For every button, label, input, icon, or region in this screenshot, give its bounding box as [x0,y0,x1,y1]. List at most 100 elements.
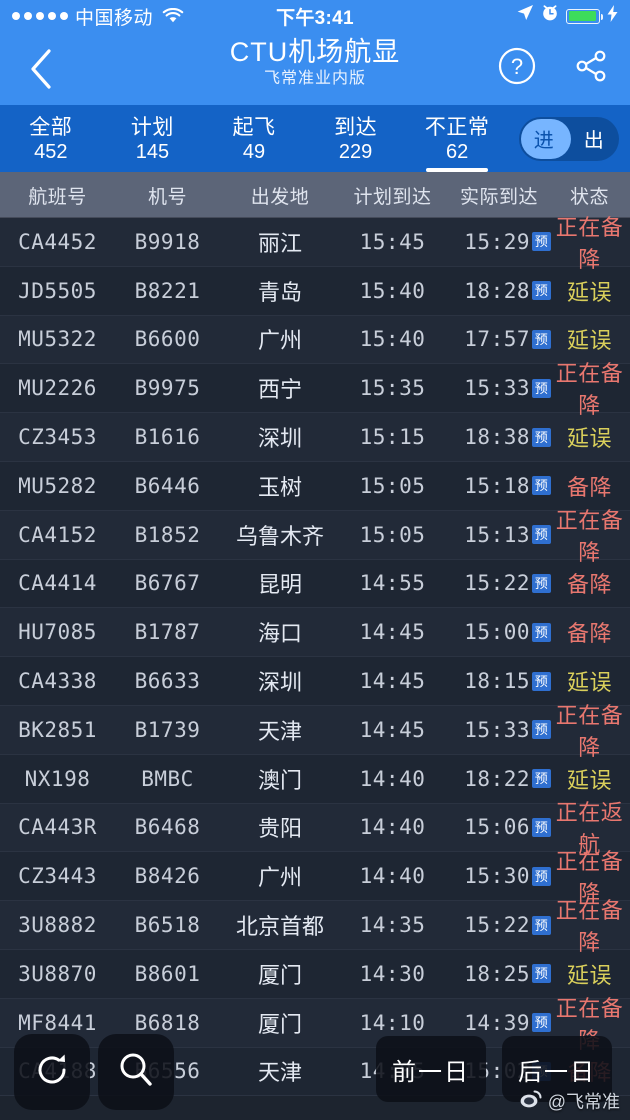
table-row[interactable]: MU5322 B6600 广州 15:40 17:57 预延误 [0,315,630,365]
cell-actual-arrival: 15:06 预 [445,815,553,839]
table-row[interactable]: 3U8870 B8601 厦门 14:30 18:25 预延误 [0,949,630,999]
column-header-ata: 实际到达 [459,186,538,208]
table-row[interactable]: MU5282 B6446 玉树 15:05 15:18 预备降 [0,461,630,511]
cell-actual-arrival: 18:38 预 [445,425,553,449]
refresh-button[interactable] [14,1034,90,1110]
lightning-bolt-icon [607,4,618,28]
status-badge: 正在备降 [555,702,624,760]
cell-flight-number: 3U8870 [18,961,97,986]
cell-scheduled-arrival: 14:55 [359,571,426,596]
cell-actual-arrival: 15:33 预 [445,376,553,400]
table-row[interactable]: CA4452 B9918 丽江 15:45 15:29 预正在备降 [0,215,630,272]
cell-flight-number: MF8441 [18,1010,97,1035]
cell-scheduled-arrival: 15:05 [359,522,426,547]
cell-tail-number: B6518 [134,913,201,938]
cell-origin: 广州 [257,865,302,891]
filter-tab-bar: 全部 452 计划 145 起飞 49 到达 229 不正常 62 进 出 [0,105,630,172]
signal-strength-icon [12,12,68,20]
nav-bar: CTU机场航显 飞常准业内版 ? [0,32,630,105]
watermark-text: @飞常准 [547,1092,620,1112]
table-row[interactable]: CA443R B6468 贵阳 14:40 15:06 预正在返航 [0,800,630,857]
status-badge: 延误 [566,328,612,354]
cell-origin: 深圳 [257,670,302,696]
cell-origin: 天津 [257,718,302,744]
actual-time-text: 15:33 [464,717,530,742]
cell-tail-number: B6600 [134,327,201,352]
cell-origin: 澳门 [257,767,302,793]
table-row[interactable]: CA4338 B6633 深圳 14:45 18:15 预延误 [0,657,630,706]
help-button[interactable]: ? [496,47,538,90]
tab-departed[interactable]: 起飞 49 [203,105,305,172]
cell-actual-arrival: 17:57 预 [445,327,553,351]
cell-flight-number: BK2851 [18,717,97,742]
actual-time-text: 18:28 [464,278,530,303]
cell-tail-number: B1852 [134,522,201,547]
status-bar-right [516,4,618,28]
table-row[interactable]: CA4152 B1852 乌鲁木齐 15:05 15:13 预正在备降 [0,508,630,565]
cell-origin: 丽江 [257,230,302,256]
table-row[interactable]: CZ3443 B8426 广州 14:40 15:30 预正在备降 [0,849,630,906]
tab-count: 62 [446,141,469,163]
cell-tail-number: B1739 [134,717,201,742]
refresh-icon [31,1049,73,1096]
toggle-option-out[interactable]: 出 [569,124,619,153]
back-button[interactable] [18,46,64,92]
actual-time-text: 15:13 [464,522,530,547]
tab-count: 229 [338,141,373,163]
status-badge: 正在备降 [555,361,624,419]
arrival-departure-toggle[interactable]: 进 出 [518,116,619,161]
status-badge: 延误 [566,767,612,793]
actual-time-text: 15:06 [464,815,530,840]
tab-arrived[interactable]: 到达 229 [305,105,407,172]
share-button[interactable] [570,48,612,90]
cell-origin: 昆明 [257,572,302,598]
cell-tail-number: B8221 [134,278,201,303]
table-row[interactable]: 3U8882 B6518 北京首都 14:35 15:22 预正在备降 [0,898,630,955]
tab-count: 49 [242,141,266,163]
flight-list[interactable]: CA4452 B9918 丽江 15:45 15:29 预正在备降 JD5505 B8221 青… [0,215,630,1097]
status-badge: 延误 [566,426,612,452]
cell-actual-arrival: 15:22 预 [445,571,553,595]
cell-scheduled-arrival: 14:45 [359,669,426,694]
cell-tail-number: B6767 [134,571,201,596]
search-button[interactable] [98,1034,174,1110]
toggle-option-in[interactable]: 进 [519,124,569,153]
cell-actual-arrival: 15:29 预 [445,230,553,254]
cell-origin: 北京首都 [235,914,324,940]
cell-actual-arrival: 18:15 预 [445,669,553,693]
actual-time-text: 18:25 [464,961,530,986]
table-row[interactable]: MU2226 B9975 西宁 15:35 15:33 预正在备降 [0,361,630,418]
cell-origin: 海口 [257,621,302,647]
status-badge: 正在备降 [555,898,624,956]
cell-origin: 天津 [257,1060,302,1086]
actual-time-text: 15:30 [464,864,530,889]
table-row[interactable]: BK2851 B1739 天津 14:45 15:33 预正在备降 [0,703,630,760]
table-row[interactable]: NX198 BMBC 澳门 14:40 18:22 预延误 [0,754,630,804]
cell-tail-number: B6446 [134,473,201,498]
status-badge: 正在备降 [555,214,624,272]
status-bar-left: 中国移动 [12,3,184,30]
table-row[interactable]: CA4414 B6767 昆明 14:55 15:22 预备降 [0,559,630,609]
cell-scheduled-arrival: 14:40 [359,864,426,889]
cell-origin: 乌鲁木齐 [235,523,324,549]
cell-flight-number: MU2226 [18,376,97,401]
estimate-badge: 预 [532,1013,551,1033]
table-row[interactable]: CZ3453 B1616 深圳 15:15 18:38 预延误 [0,413,630,462]
tab-all[interactable]: 全部 452 [0,105,102,172]
actual-time-text: 18:15 [464,669,530,694]
cell-scheduled-arrival: 15:40 [359,278,426,303]
cell-scheduled-arrival: 14:45 [359,620,426,645]
prev-day-button[interactable]: 前一日 [376,1036,486,1102]
table-row[interactable]: JD5505 B8221 青岛 15:40 18:28 预延误 [0,266,630,316]
battery-icon [566,8,603,24]
table-row[interactable]: HU7085 B1787 海口 14:45 15:00 预备降 [0,608,630,658]
cell-flight-number: CA4152 [18,522,97,547]
estimate-badge: 预 [532,232,551,252]
column-header-sta: 计划到达 [353,186,432,208]
column-header-status: 状态 [569,186,609,208]
cell-actual-arrival: 15:13 预 [445,523,553,547]
tab-scheduled[interactable]: 计划 145 [102,105,204,172]
estimate-badge: 预 [532,378,551,398]
tab-abnormal[interactable]: 不正常 62 [406,105,508,172]
svg-text:?: ? [511,54,523,79]
